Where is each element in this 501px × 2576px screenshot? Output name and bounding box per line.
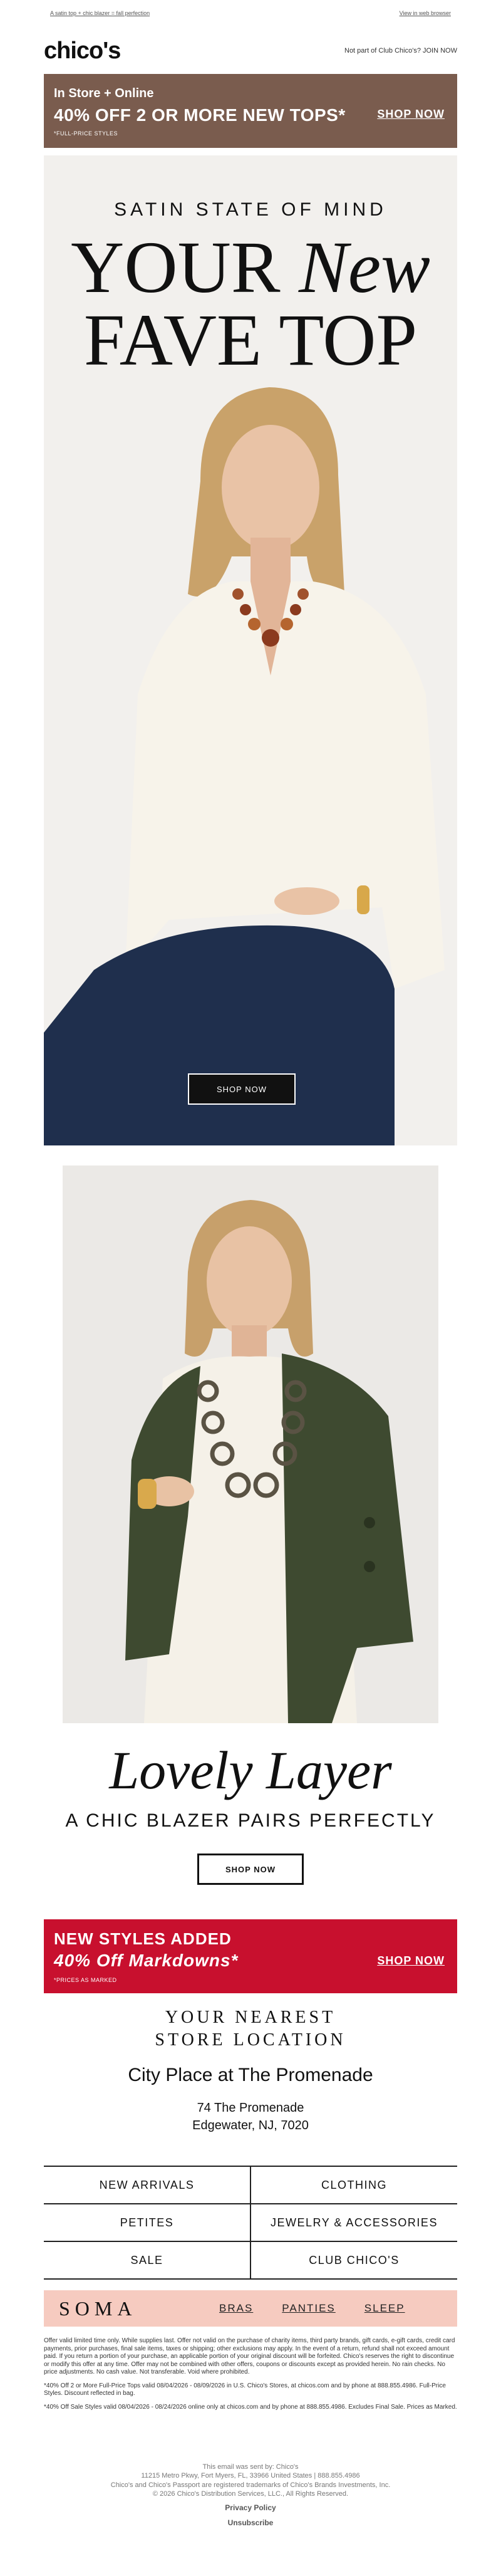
hero-section[interactable]: SATIN STATE OF MIND YOUR New FAVE TOP SH… xyxy=(44,155,457,1145)
nav-row: PETITES JEWELRY & ACCESSORIES xyxy=(44,2204,457,2242)
category-nav-grid: NEW ARRIVALS CLOTHING PETITES JEWELRY & … xyxy=(44,2166,457,2280)
blazer-model-image[interactable] xyxy=(63,1165,438,1723)
header: chico's Not part of Club Chico's? JOIN N… xyxy=(44,29,457,73)
legal-disclaimer: Offer valid limited time only. While sup… xyxy=(44,2337,457,2417)
soma-link-bras[interactable]: BRAS xyxy=(219,2302,253,2315)
unsubscribe-link[interactable]: Unsubscribe xyxy=(0,2518,501,2528)
promo-banner-tops[interactable]: In Store + Online 40% OFF 2 OR MORE NEW … xyxy=(44,74,457,148)
footer-copyright: © 2026 Chico's Distribution Services, LL… xyxy=(152,2490,349,2498)
preheader: A satin top + chic blazer = fall perfect… xyxy=(50,10,451,19)
legal-paragraph: Offer valid limited time only. While sup… xyxy=(44,2337,455,2375)
soma-banner: SOMA BRAS PANTIES SLEEP xyxy=(44,2290,457,2327)
hero-title-line1: YOUR New xyxy=(44,231,457,305)
redpromo-shop-now-link[interactable]: SHOP NOW xyxy=(377,1954,445,1968)
feature-subtitle: A CHIC BLAZER PAIRS PERFECTLY xyxy=(65,1810,436,1831)
promo-banner-markdowns[interactable]: NEW STYLES ADDED 40% Off Markdowns* *PRI… xyxy=(44,1919,457,1993)
store-heading-line2: STORE LOCATION xyxy=(155,2030,346,2050)
hero-title-line2: FAVE TOP xyxy=(83,299,418,381)
soma-logo[interactable]: SOMA xyxy=(59,2297,190,2320)
nav-clothing[interactable]: CLOTHING xyxy=(251,2167,457,2203)
footer-trademark: Chico's and Chico's Passport are registe… xyxy=(110,2481,391,2489)
soma-link-panties[interactable]: PANTIES xyxy=(282,2302,335,2315)
legal-paragraph: *40% Off 2 or More Full-Price Tops valid… xyxy=(44,2382,446,2397)
nav-row: NEW ARRIVALS CLOTHING xyxy=(44,2167,457,2204)
store-address-line2: Edgewater, NJ, 7020 xyxy=(192,2119,309,2132)
hero-shop-now-button[interactable]: SHOP NOW xyxy=(188,1073,296,1105)
nav-jewelry-accessories[interactable]: JEWELRY & ACCESSORIES xyxy=(251,2204,457,2241)
hero-eyebrow: SATIN STATE OF MIND xyxy=(114,199,387,220)
footer: This email was sent by: Chico's 11215 Me… xyxy=(0,2463,501,2528)
store-address-line1: 74 The Promenade xyxy=(197,2101,304,2115)
nav-new-arrivals[interactable]: NEW ARRIVALS xyxy=(44,2167,251,2203)
join-now-link[interactable]: Not part of Club Chico's? JOIN NOW xyxy=(344,47,457,55)
email-page: A satin top + chic blazer = fall perfect… xyxy=(0,0,501,2576)
soma-link-sleep[interactable]: SLEEP xyxy=(364,2302,405,2315)
preheader-text[interactable]: A satin top + chic blazer = fall perfect… xyxy=(50,10,150,19)
nav-sale[interactable]: SALE xyxy=(44,2242,251,2278)
store-address: 74 The Promenade Edgewater, NJ, 7020 xyxy=(0,2099,501,2134)
nav-club-chicos[interactable]: CLUB CHICO'S xyxy=(251,2242,457,2278)
promo-channel-text: In Store + Online xyxy=(54,86,154,100)
footer-address: 11215 Metro Pkwy, Fort Myers, FL, 33966 … xyxy=(141,2472,360,2480)
promo-fineprint: *FULL-PRICE STYLES xyxy=(54,130,118,137)
view-in-browser-link[interactable]: View in web browser xyxy=(400,10,451,19)
redpromo-headline: NEW STYLES ADDED xyxy=(54,1929,232,1948)
hero-title-part1: YOUR xyxy=(71,226,299,308)
feature-title: Lovely Layer xyxy=(109,1740,392,1800)
nav-petites[interactable]: PETITES xyxy=(44,2204,251,2241)
feature-shop-now-button[interactable]: SHOP NOW xyxy=(197,1854,304,1885)
promo-offer-text: 40% OFF 2 OR MORE NEW TOPS* xyxy=(54,105,346,125)
store-heading: YOUR NEAREST STORE LOCATION xyxy=(0,2006,501,2052)
hero-title-italic: New xyxy=(299,226,430,308)
redpromo-offer: 40% Off Markdowns* xyxy=(54,1951,239,1970)
store-heading-line1: YOUR NEAREST xyxy=(165,2008,336,2027)
store-name-link[interactable]: City Place at The Promenade xyxy=(0,2065,501,2086)
nav-row: SALE CLUB CHICO'S xyxy=(44,2242,457,2280)
footer-sender: This email was sent by: Chico's xyxy=(202,2463,299,2471)
promo-shop-now-link[interactable]: SHOP NOW xyxy=(377,108,445,121)
chicos-logo[interactable]: chico's xyxy=(44,38,121,65)
privacy-policy-link[interactable]: Privacy Policy xyxy=(0,2503,501,2513)
redpromo-fineprint: *PRICES AS MARKED xyxy=(54,1977,117,1983)
legal-paragraph: *40% Off Sale Styles valid 08/04/2026 - … xyxy=(44,2403,457,2411)
